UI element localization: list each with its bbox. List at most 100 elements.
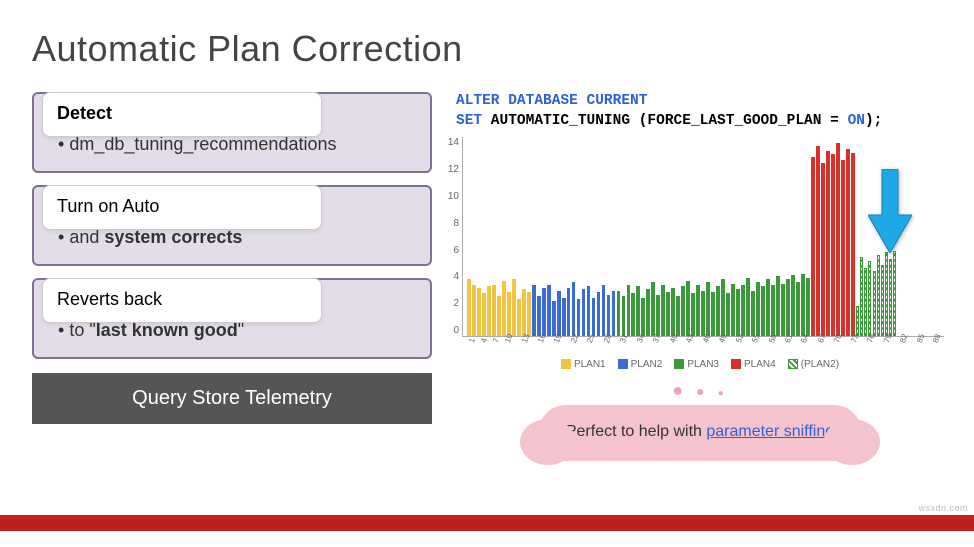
bar [631, 293, 635, 336]
bar [572, 282, 576, 336]
bar [686, 281, 690, 336]
telemetry-bar: Query Store Telemetry [32, 373, 432, 424]
left-column: Detect dm_db_tuning_recommendations Turn… [32, 92, 432, 461]
footer-bar [0, 515, 974, 531]
bar [806, 278, 810, 336]
bar [661, 285, 665, 336]
bar [716, 286, 720, 336]
bar [487, 286, 491, 336]
y-axis-labels: 14121086420 [441, 137, 459, 336]
parameter-sniffing-link[interactable]: parameter sniffing [706, 423, 834, 440]
bar [562, 298, 566, 336]
bar [636, 286, 640, 336]
bar [472, 285, 476, 336]
bar [736, 289, 740, 336]
bar [786, 279, 790, 336]
bar-chart: 14121086420 1471013161922252831343740434… [462, 137, 944, 337]
bar [617, 291, 621, 336]
bar [885, 252, 888, 336]
bar [502, 281, 506, 336]
bar [706, 282, 710, 336]
bar [841, 160, 845, 336]
bar [646, 289, 650, 336]
bar [831, 154, 835, 336]
cloud-bubble: Perfect to help with parameter sniffing [538, 405, 862, 461]
bar [582, 289, 586, 336]
right-column: ALTER DATABASE CURRENT SET AUTOMATIC_TUN… [456, 92, 944, 461]
bar [492, 285, 496, 336]
bar [612, 291, 616, 336]
bar [691, 293, 695, 336]
bar [597, 292, 601, 336]
bar [889, 259, 892, 336]
bar [522, 289, 526, 336]
bar [577, 299, 581, 336]
bar [781, 284, 785, 337]
card-turnon: Turn on Auto and system corrects [32, 185, 432, 266]
bar [482, 293, 486, 336]
bar [681, 286, 685, 336]
bar [567, 288, 571, 336]
cloud-dots-icon: ● ● ● [456, 380, 944, 401]
slide-title: Automatic Plan Correction [32, 28, 944, 70]
callout-cloud: ● ● ● Perfect to help with parameter sni… [456, 380, 944, 461]
bar [627, 285, 631, 336]
bar [602, 285, 606, 336]
sql-code: ALTER DATABASE CURRENT SET AUTOMATIC_TUN… [456, 92, 944, 131]
bar [881, 265, 884, 336]
bar [877, 255, 880, 336]
bar [801, 274, 805, 337]
bar [641, 298, 645, 336]
bar [557, 291, 561, 336]
bar [701, 291, 705, 336]
highlight-arrow-icon [868, 169, 912, 258]
watermark: wsxdn.com [918, 503, 968, 513]
bar [746, 278, 750, 336]
bar [537, 296, 541, 336]
bar [836, 143, 840, 336]
bar [532, 285, 536, 336]
bar [846, 149, 850, 337]
bar [751, 291, 755, 336]
bar [517, 299, 521, 336]
bar [776, 276, 780, 336]
bar [622, 296, 626, 336]
chart-legend: PLAN1PLAN2PLAN3PLAN4(PLAN2) [456, 359, 944, 370]
bar [676, 296, 680, 336]
bar [587, 286, 591, 336]
bar [607, 295, 611, 336]
bar [552, 301, 556, 337]
bar [547, 285, 551, 336]
card-reverts: Reverts back to "last known good" [32, 278, 432, 359]
bar [761, 286, 765, 336]
bar [671, 288, 675, 336]
x-axis-labels: 1471013161922252831343740434649525558616… [467, 341, 940, 350]
bar [542, 288, 546, 336]
bar [497, 296, 501, 336]
bar [721, 279, 725, 336]
bar [766, 279, 770, 336]
bar [527, 292, 531, 336]
bar [816, 146, 820, 336]
card-header-turnon: Turn on Auto [42, 185, 322, 230]
bar [711, 292, 715, 336]
bar [731, 284, 735, 337]
bar [666, 292, 670, 336]
bar [856, 306, 859, 336]
card-header-detect: Detect [42, 92, 322, 137]
bar [893, 251, 896, 336]
bar [656, 295, 660, 336]
bar [696, 285, 700, 336]
bar [860, 257, 863, 337]
bar [756, 282, 760, 336]
bar [873, 271, 876, 336]
bar [651, 282, 655, 336]
bar [512, 279, 516, 336]
bar [796, 282, 800, 336]
bar [791, 275, 795, 336]
card-header-reverts: Reverts back [42, 278, 322, 323]
bar [741, 285, 745, 336]
bar [726, 293, 730, 336]
bar [826, 151, 830, 336]
card-detect: Detect dm_db_tuning_recommendations [32, 92, 432, 173]
